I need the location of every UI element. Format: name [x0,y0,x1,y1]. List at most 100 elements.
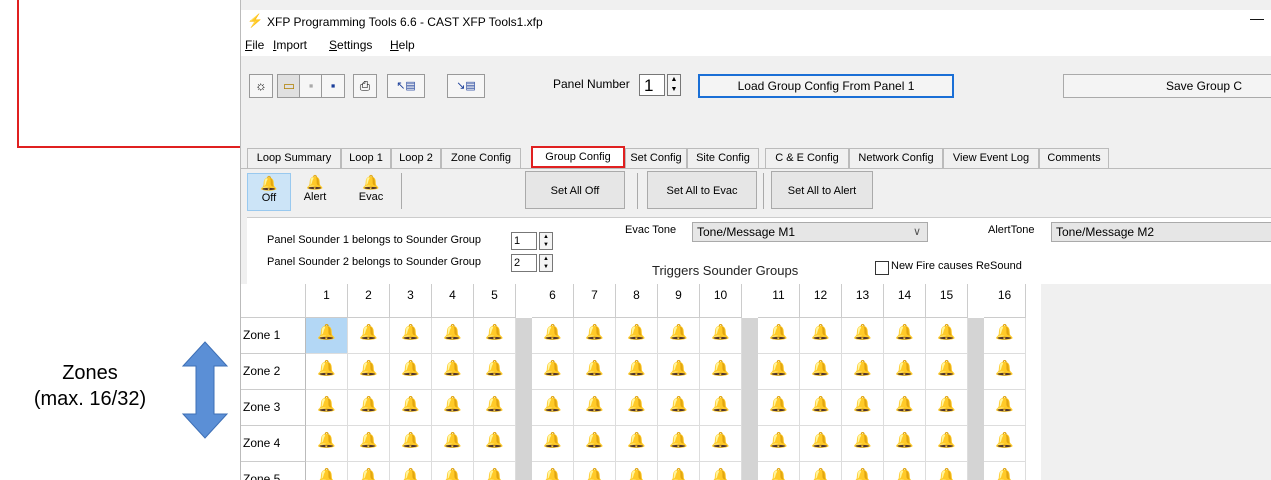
bell-evac-icon[interactable]: 🔔 [306,318,348,354]
bell-off-icon[interactable]: 🔔 [800,390,842,426]
bell-off-icon[interactable]: 🔔 [926,354,968,390]
zone-row-label[interactable]: Zone 1 [241,318,306,354]
bell-off-icon[interactable]: 🔔 [842,426,884,462]
group-header-5[interactable]: 5 [474,284,516,318]
bell-off-icon[interactable]: 🔔 [800,462,842,480]
minimize-button[interactable]: — [1250,10,1264,26]
group-header-3[interactable]: 3 [390,284,432,318]
bell-evac-icon[interactable]: 🔔 [432,318,474,354]
bell-off-icon[interactable]: 🔔 [800,354,842,390]
group-header-9[interactable]: 9 [658,284,700,318]
mode-alert-button[interactable]: 🔔 Alert [293,173,337,211]
bell-off-icon[interactable]: 🔔 [658,390,700,426]
sounder1-input[interactable]: 1 [511,232,537,250]
menu-help[interactable]: Help [390,38,415,52]
bell-off-icon[interactable]: 🔔 [700,318,742,354]
group-header-16[interactable]: 16 [984,284,1026,318]
tab-zone-config[interactable]: Zone Config [441,148,521,168]
menu-settings[interactable]: Settings [329,38,372,52]
mode-evac-button[interactable]: 🔔 Evac [349,173,393,211]
bell-off-icon[interactable]: 🔔 [574,318,616,354]
bell-evac-icon[interactable]: 🔔 [390,390,432,426]
bell-off-icon[interactable]: 🔔 [842,318,884,354]
bell-evac-icon[interactable]: 🔔 [474,354,516,390]
bell-off-icon[interactable]: 🔔 [700,462,742,480]
group-header-8[interactable]: 8 [616,284,658,318]
bell-off-icon[interactable]: 🔔 [658,318,700,354]
bell-evac-icon[interactable]: 🔔 [432,426,474,462]
bell-off-icon[interactable]: 🔔 [984,390,1026,426]
bell-off-icon[interactable]: 🔔 [532,426,574,462]
tab-loop-summary[interactable]: Loop Summary [247,148,341,168]
bell-evac-icon[interactable]: 🔔 [348,318,390,354]
evac-tone-select[interactable]: Tone/Message M1 ∨ [692,222,928,242]
bell-off-icon[interactable]: 🔔 [842,390,884,426]
group-header-11[interactable]: 11 [758,284,800,318]
zone-row-label[interactable]: Zone 3 [241,390,306,426]
mode-off-button[interactable]: 🔔 Off [247,173,291,211]
bell-off-icon[interactable]: 🔔 [700,426,742,462]
bell-off-icon[interactable]: 🔔 [758,462,800,480]
bell-off-icon[interactable]: 🔔 [758,390,800,426]
menu-file[interactable]: File [245,38,264,52]
bell-evac-icon[interactable]: 🔔 [348,354,390,390]
zone-row-label[interactable]: Zone 4 [241,426,306,462]
bell-off-icon[interactable]: 🔔 [884,354,926,390]
bell-off-icon[interactable]: 🔔 [984,354,1026,390]
bell-evac-icon[interactable]: 🔔 [432,354,474,390]
set-all-alert-button[interactable]: Set All to Alert [771,171,873,209]
bell-evac-icon[interactable]: 🔔 [390,462,432,480]
bell-evac-icon[interactable]: 🔔 [474,462,516,480]
upload-to-panel-icon[interactable]: ↖▤ [387,74,425,98]
group-header-7[interactable]: 7 [574,284,616,318]
bell-evac-icon[interactable]: 🔔 [348,462,390,480]
bell-off-icon[interactable]: 🔔 [532,462,574,480]
bell-evac-icon[interactable]: 🔔 [306,354,348,390]
set-all-evac-button[interactable]: Set All to Evac [647,171,757,209]
tab-comments[interactable]: Comments [1039,148,1109,168]
bell-off-icon[interactable]: 🔔 [926,318,968,354]
group-header-10[interactable]: 10 [700,284,742,318]
group-header-14[interactable]: 14 [884,284,926,318]
group-header-2[interactable]: 2 [348,284,390,318]
bell-off-icon[interactable]: 🔔 [616,354,658,390]
open-folder-icon[interactable]: ▭ [277,74,301,98]
bell-evac-icon[interactable]: 🔔 [390,318,432,354]
bell-off-icon[interactable]: 🔔 [658,354,700,390]
tab-network-config[interactable]: Network Config [849,148,943,168]
bell-off-icon[interactable]: 🔔 [574,354,616,390]
bell-off-icon[interactable]: 🔔 [758,318,800,354]
bell-off-icon[interactable]: 🔔 [616,426,658,462]
group-header-1[interactable]: 1 [306,284,348,318]
group-header-12[interactable]: 12 [800,284,842,318]
bell-off-icon[interactable]: 🔔 [884,318,926,354]
bell-off-icon[interactable]: 🔔 [926,426,968,462]
panel-number-input[interactable]: 1 [639,74,665,96]
bell-evac-icon[interactable]: 🔔 [348,426,390,462]
tab-loop-1[interactable]: Loop 1 [341,148,391,168]
bell-off-icon[interactable]: 🔔 [984,318,1026,354]
bell-evac-icon[interactable]: 🔔 [474,318,516,354]
bell-evac-icon[interactable]: 🔔 [306,426,348,462]
bell-off-icon[interactable]: 🔔 [926,390,968,426]
bell-evac-icon[interactable]: 🔔 [306,390,348,426]
bell-off-icon[interactable]: 🔔 [758,426,800,462]
bell-evac-icon[interactable]: 🔔 [474,426,516,462]
bell-off-icon[interactable]: 🔔 [658,462,700,480]
bell-off-icon[interactable]: 🔔 [926,462,968,480]
zone-row-label[interactable]: Zone 2 [241,354,306,390]
bell-off-icon[interactable]: 🔔 [884,426,926,462]
bell-off-icon[interactable]: 🔔 [984,462,1026,480]
group-header-4[interactable]: 4 [432,284,474,318]
print-icon[interactable]: ⎙ [353,74,377,98]
bell-evac-icon[interactable]: 🔔 [390,354,432,390]
bell-evac-icon[interactable]: 🔔 [474,390,516,426]
set-all-off-button[interactable]: Set All Off [525,171,625,209]
sounder2-input[interactable]: 2 [511,254,537,272]
save-icon[interactable]: ▪ [321,74,345,98]
bell-off-icon[interactable]: 🔔 [884,390,926,426]
sounder2-spinner[interactable]: ▲ ▼ [539,254,553,272]
tab-site-config[interactable]: Site Config [687,148,759,168]
bell-off-icon[interactable]: 🔔 [842,462,884,480]
bell-off-icon[interactable]: 🔔 [574,462,616,480]
